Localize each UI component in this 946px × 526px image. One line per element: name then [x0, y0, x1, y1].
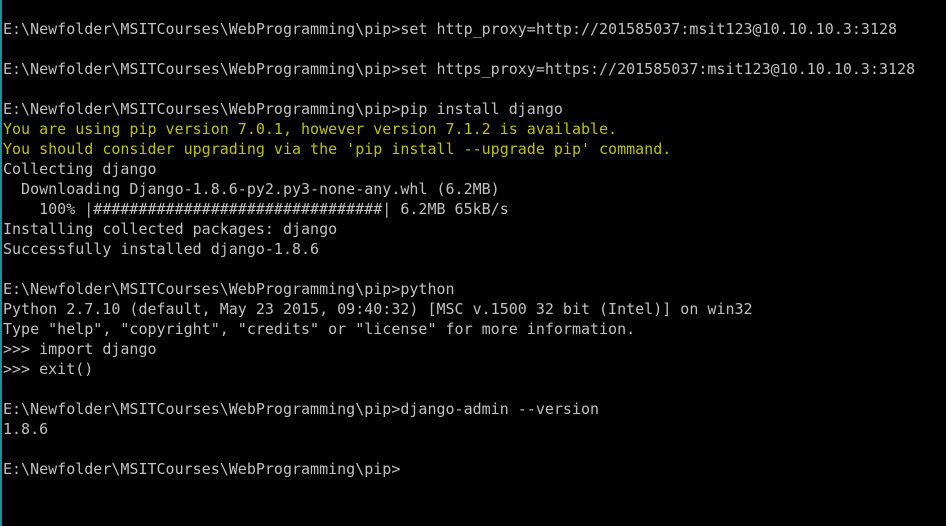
- console-line: >>> exit(): [3, 360, 94, 378]
- console-line: E:\Newfolder\MSITCourses\WebProgramming\…: [3, 20, 898, 38]
- console-output: E:\Newfolder\MSITCourses\WebProgramming\…: [3, 19, 915, 479]
- console-line: E:\Newfolder\MSITCourses\WebProgramming\…: [3, 460, 401, 478]
- console-line: Downloading Django-1.8.6-py2.py3-none-an…: [3, 180, 500, 198]
- console-line: Installing collected packages: django: [3, 220, 338, 238]
- console-line: Collecting django: [3, 160, 157, 178]
- console-line: Successfully installed django-1.8.6: [3, 240, 320, 258]
- console-warning-line: You should consider upgrading via the 'p…: [3, 140, 672, 158]
- console-warning-line: You are using pip version 7.0.1, however…: [3, 120, 618, 138]
- console-line: 100% |################################| …: [3, 200, 509, 218]
- console-line: E:\Newfolder\MSITCourses\WebProgramming\…: [3, 60, 916, 78]
- console-line: E:\Newfolder\MSITCourses\WebProgramming\…: [3, 280, 455, 298]
- terminal-window[interactable]: E:\Newfolder\MSITCourses\WebProgramming\…: [0, 0, 946, 526]
- console-line: >>> import django: [3, 340, 157, 358]
- console-line: Type "help", "copyright", "credits" or "…: [3, 320, 636, 338]
- console-line: 1.8.6: [3, 420, 49, 438]
- window-edge: [0, 0, 2, 526]
- console-line: Python 2.7.10 (default, May 23 2015, 09:…: [3, 300, 753, 318]
- console-line: E:\Newfolder\MSITCourses\WebProgramming\…: [3, 100, 563, 118]
- console-line: E:\Newfolder\MSITCourses\WebProgramming\…: [3, 400, 600, 418]
